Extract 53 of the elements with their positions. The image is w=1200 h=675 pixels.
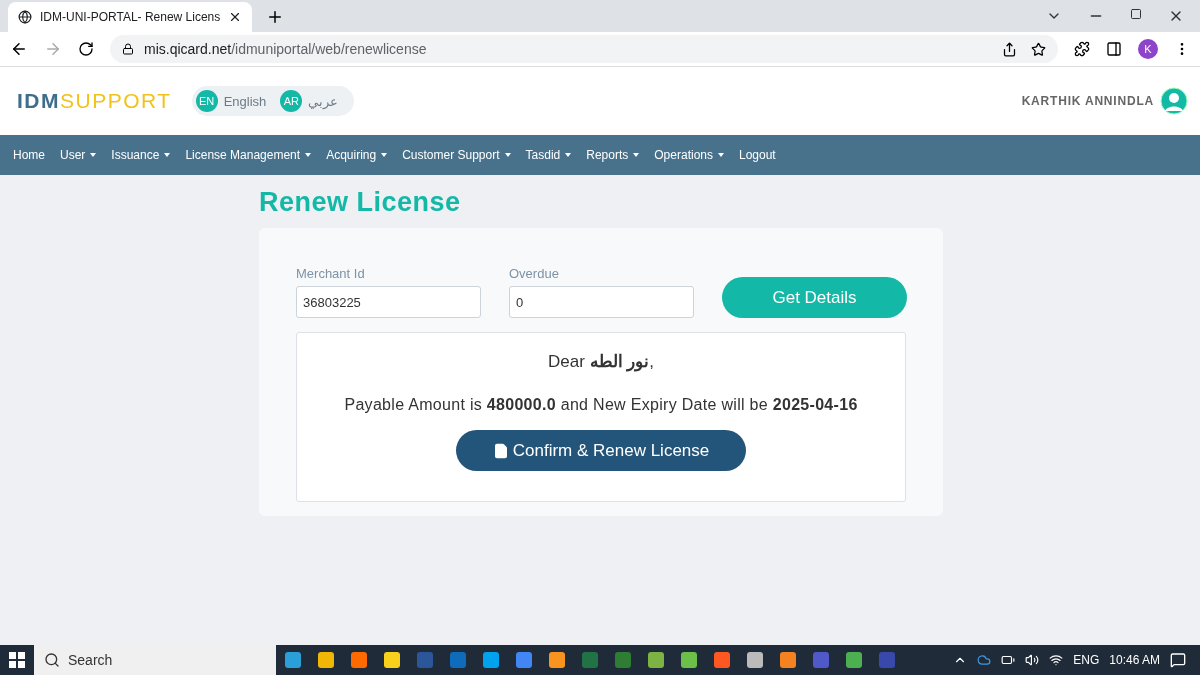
caret-icon [504, 153, 511, 157]
language-link[interactable]: English [223, 93, 267, 109]
caret-icon [164, 153, 171, 157]
caret-icon [718, 153, 724, 157]
caret-icon [381, 153, 388, 157]
nav-item[interactable]: Home [13, 148, 45, 162]
confirm-renew-button[interactable]: Confirm & Renew License [456, 430, 746, 471]
caret-icon [305, 153, 312, 157]
address-bar[interactable]: mis.qicard.net/idmuniportal/web/renewlicense [110, 35, 1058, 63]
share-icon[interactable] [1002, 41, 1017, 57]
nav-item[interactable]: Reports [586, 148, 640, 162]
payment-summary: Payable Amount is 480000.0 and New Expiry Date will be 2025-04-16 [344, 396, 858, 414]
user-name[interactable]: KARTHIK ANNINDLA [1021, 94, 1154, 108]
caret-icon [633, 153, 640, 157]
globe-icon [18, 10, 32, 24]
windows-logo-icon [9, 652, 25, 668]
nav-item[interactable]: Customer Support [402, 148, 511, 162]
field-label: Merchant Id [296, 266, 366, 281]
back-icon[interactable] [10, 40, 28, 58]
cloud-icon[interactable] [977, 653, 992, 667]
logo: IDMSUPPORT [17, 89, 172, 113]
reload-icon[interactable] [78, 41, 94, 57]
battery-icon[interactable] [1001, 653, 1016, 667]
clock[interactable]: 10:46 AM [1109, 653, 1160, 667]
browser-tab[interactable]: IDM-UNI-PORTAL- Renew Licens [8, 2, 253, 32]
nav-item[interactable]: Logout [739, 148, 776, 162]
caret-icon [90, 153, 97, 157]
restore-icon[interactable] [1130, 8, 1142, 20]
wifi-icon[interactable] [1049, 653, 1064, 667]
speaker-icon[interactable] [1025, 653, 1040, 667]
lock-icon [122, 43, 134, 55]
nav-item[interactable]: User [60, 148, 97, 162]
nav-item[interactable]: Tasdid [525, 148, 572, 162]
document-icon [492, 442, 509, 459]
side-panel-icon[interactable] [1106, 41, 1122, 57]
field-label: Overdue [509, 266, 560, 281]
nav-item[interactable]: License Management [185, 148, 312, 162]
search-icon [44, 652, 60, 668]
nav-item[interactable]: Operations [654, 148, 724, 162]
profile-avatar[interactable]: K [1138, 39, 1158, 59]
bookmark-star-icon[interactable] [1031, 41, 1046, 57]
input-language[interactable]: ENG [1073, 653, 1100, 667]
input-field[interactable]: 36803225 [296, 286, 481, 318]
notifications-icon[interactable] [1170, 652, 1186, 668]
nav-item[interactable]: Acquiring [326, 148, 388, 162]
page-title: Renew License [259, 187, 461, 218]
extensions-icon[interactable] [1074, 41, 1090, 57]
taskbar-search-field[interactable]: Search [34, 645, 276, 675]
language-link[interactable]: عربي [308, 93, 339, 109]
input-field[interactable]: 0 [509, 286, 694, 318]
url-text: mis.qicard.net/idmuniportal/web/renewlicense [144, 41, 427, 57]
caret-icon [565, 153, 572, 157]
nav-item[interactable]: Issuance [111, 148, 171, 162]
